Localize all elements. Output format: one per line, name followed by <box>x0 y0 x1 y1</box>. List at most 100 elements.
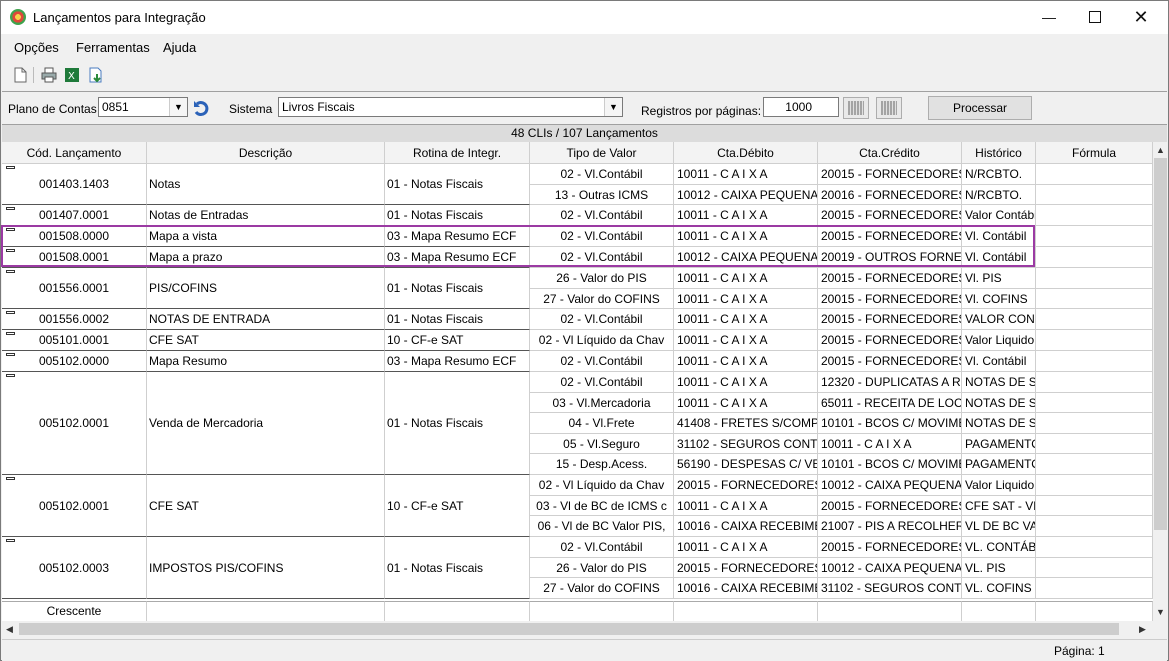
cta-debito-cell[interactable]: 10011 - C A I X A <box>674 393 818 413</box>
group-code-cell[interactable]: 005102.0000 <box>2 351 147 372</box>
cta-debito-cell[interactable]: 10011 - C A I X A <box>674 226 818 247</box>
group-rotina-cell[interactable]: 01 - Notas Fiscais <box>385 537 530 599</box>
group-rotina-cell[interactable]: 01 - Notas Fiscais <box>385 205 530 226</box>
formula-cell[interactable] <box>1036 268 1153 289</box>
tipo-valor-cell[interactable]: 26 - Valor do PIS <box>530 558 674 578</box>
cta-debito-cell[interactable]: 10011 - C A I X A <box>674 330 818 351</box>
historico-cell[interactable]: PAGAMENTOS <box>962 454 1036 475</box>
cta-credito-cell[interactable]: 20019 - OUTROS FORNECE <box>818 247 962 268</box>
header-cta-credito[interactable]: Cta.Crédito <box>818 142 962 164</box>
formula-cell[interactable] <box>1036 330 1153 351</box>
tipo-valor-cell[interactable]: 02 - Vl.Contábil <box>530 164 674 185</box>
cta-debito-cell[interactable]: 10011 - C A I X A <box>674 205 818 226</box>
header-tipo-valor[interactable]: Tipo de Valor <box>530 142 674 164</box>
sistema-combo[interactable]: Livros Fiscais ▼ <box>278 97 623 117</box>
formula-cell[interactable] <box>1036 393 1153 413</box>
cta-credito-cell[interactable]: 20015 - FORNECEDORES <box>818 309 962 330</box>
tipo-valor-cell[interactable]: 03 - Vl.Mercadoria <box>530 393 674 413</box>
historico-cell[interactable]: PAGAMENTOS <box>962 434 1036 454</box>
cta-credito-cell[interactable]: 21007 - PIS A RECOLHER <box>818 516 962 537</box>
cta-credito-cell[interactable]: 20015 - FORNECEDORES <box>818 268 962 289</box>
tipo-valor-cell[interactable]: 13 - Outras ICMS <box>530 185 674 205</box>
group-desc-cell[interactable]: Mapa a prazo <box>147 247 385 268</box>
cta-credito-cell[interactable]: 20015 - FORNECEDORES <box>818 351 962 372</box>
tipo-valor-cell[interactable]: 27 - Valor do COFINS <box>530 578 674 599</box>
historico-cell[interactable]: VL DE BC VAL <box>962 516 1036 537</box>
cta-credito-cell[interactable]: 10011 - C A I X A <box>818 434 962 454</box>
cta-credito-cell[interactable]: 20015 - FORNECEDORES <box>818 289 962 309</box>
scroll-left-icon[interactable]: ◀ <box>6 624 13 635</box>
group-code-cell[interactable]: 005101.0001 <box>2 330 147 351</box>
group-desc-cell[interactable]: Venda de Mercadoria <box>147 372 385 475</box>
group-code-cell[interactable]: 001407.0001 <box>2 205 147 226</box>
refresh-icon[interactable] <box>192 98 212 118</box>
group-code-cell[interactable]: 001403.1403 <box>2 164 147 205</box>
cta-debito-cell[interactable]: 10011 - C A I X A <box>674 372 818 393</box>
formula-cell[interactable] <box>1036 185 1153 205</box>
formula-cell[interactable] <box>1036 537 1153 558</box>
horizontal-scrollbar[interactable]: ◀ ▶ <box>2 621 1153 637</box>
historico-cell[interactable]: VL. CONTÁBI <box>962 537 1036 558</box>
scroll-up-icon[interactable]: ▲ <box>1156 145 1165 155</box>
historico-cell[interactable]: NOTAS DE SA <box>962 413 1036 434</box>
tipo-valor-cell[interactable]: 02 - Vl.Contábil <box>530 247 674 268</box>
registros-input[interactable]: 1000 <box>763 97 839 117</box>
scroll-right-icon[interactable]: ▶ <box>1139 624 1146 635</box>
group-code-cell[interactable]: 001508.0001 <box>2 247 147 268</box>
menu-opcoes[interactable]: Opções <box>14 40 59 55</box>
cta-credito-cell[interactable]: 20016 - FORNECEDORES/I <box>818 185 962 205</box>
group-rotina-cell[interactable]: 03 - Mapa Resumo ECF <box>385 226 530 247</box>
cta-credito-cell[interactable]: 20015 - FORNECEDORES <box>818 164 962 185</box>
group-rotina-cell[interactable]: 10 - CF-e SAT <box>385 330 530 351</box>
group-desc-cell[interactable]: NOTAS DE ENTRADA <box>147 309 385 330</box>
cta-debito-cell[interactable]: 10012 - CAIXA PEQUENA <box>674 185 818 205</box>
tipo-valor-cell[interactable]: 02 - Vl Líquido da Chav <box>530 475 674 496</box>
formula-cell[interactable] <box>1036 309 1153 330</box>
historico-cell[interactable]: NOTAS DE SA <box>962 372 1036 393</box>
group-code-cell[interactable]: 005102.0003 <box>2 537 147 599</box>
close-button[interactable]: ✕ <box>1118 1 1164 33</box>
group-code-cell[interactable]: 005102.0001 <box>2 475 147 537</box>
cta-debito-cell[interactable]: 10011 - C A I X A <box>674 289 818 309</box>
historico-cell[interactable]: NOTAS DE SA <box>962 393 1036 413</box>
collapse-icon[interactable] <box>6 477 15 480</box>
cta-credito-cell[interactable]: 20015 - FORNECEDORES <box>818 537 962 558</box>
historico-cell[interactable]: Vl. COFINS <box>962 289 1036 309</box>
historico-cell[interactable]: VALOR CONT <box>962 309 1036 330</box>
historico-cell[interactable]: N/RCBTO. <box>962 164 1036 185</box>
formula-cell[interactable] <box>1036 434 1153 454</box>
tipo-valor-cell[interactable]: 03 - Vl de BC de ICMS c <box>530 496 674 516</box>
cta-credito-cell[interactable]: 31102 - SEGUROS CONTRA <box>818 578 962 599</box>
cta-debito-cell[interactable]: 10012 - CAIXA PEQUENA <box>674 247 818 268</box>
cta-debito-cell[interactable]: 10016 - CAIXA RECEBIMEN <box>674 516 818 537</box>
group-rotina-cell[interactable]: 01 - Notas Fiscais <box>385 309 530 330</box>
historico-cell[interactable]: VL. COFINS <box>962 578 1036 599</box>
collapse-icon[interactable] <box>6 374 15 377</box>
scroll-thumb[interactable] <box>1154 158 1167 530</box>
tipo-valor-cell[interactable]: 04 - Vl.Frete <box>530 413 674 434</box>
header-cod-lancamento[interactable]: Cód. Lançamento <box>2 142 147 164</box>
group-rotina-cell[interactable]: 03 - Mapa Resumo ECF <box>385 247 530 268</box>
collapse-icon[interactable] <box>6 311 15 314</box>
cta-credito-cell[interactable]: 20015 - FORNECEDORES <box>818 205 962 226</box>
cta-credito-cell[interactable]: 20015 - FORNECEDORES <box>818 330 962 351</box>
group-code-cell[interactable]: 001556.0002 <box>2 309 147 330</box>
hscroll-thumb[interactable] <box>19 623 1119 635</box>
formula-cell[interactable] <box>1036 413 1153 434</box>
collapse-icon[interactable] <box>6 332 15 335</box>
collapse-icon[interactable] <box>6 270 15 273</box>
collapse-icon[interactable] <box>6 166 15 169</box>
cta-credito-cell[interactable]: 10101 - BCOS C/ MOVIMEN <box>818 454 962 475</box>
collapse-icon[interactable] <box>6 353 15 356</box>
tipo-valor-cell[interactable]: 02 - Vl Líquido da Chav <box>530 330 674 351</box>
historico-cell[interactable]: Vl. Contábil <box>962 247 1036 268</box>
historico-cell[interactable]: CFE SAT - VL <box>962 496 1036 516</box>
cta-debito-cell[interactable]: 10011 - C A I X A <box>674 309 818 330</box>
group-desc-cell[interactable]: CFE SAT <box>147 330 385 351</box>
group-rotina-cell[interactable]: 01 - Notas Fiscais <box>385 372 530 475</box>
cta-debito-cell[interactable]: 41408 - FRETES S/COMPRA <box>674 413 818 434</box>
cta-debito-cell[interactable]: 10011 - C A I X A <box>674 496 818 516</box>
cta-credito-cell[interactable]: 20015 - FORNECEDORES <box>818 496 962 516</box>
tipo-valor-cell[interactable]: 26 - Valor do PIS <box>530 268 674 289</box>
formula-cell[interactable] <box>1036 578 1153 599</box>
